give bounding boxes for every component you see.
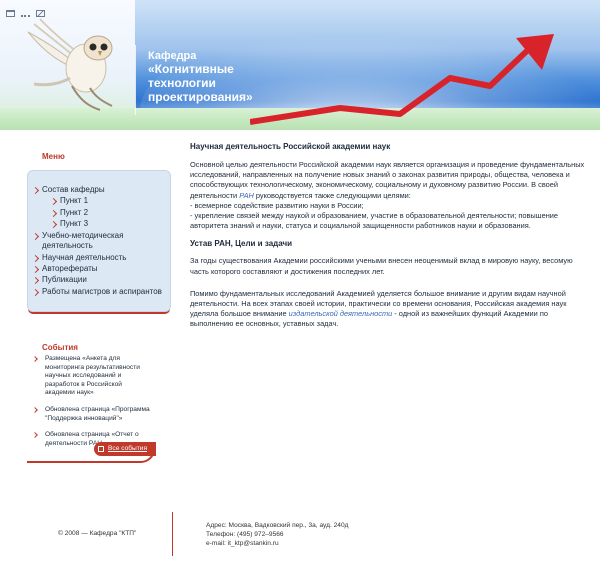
owl-logo	[27, 18, 113, 111]
charter-paragraph: За годы существования Академии российски…	[190, 256, 573, 276]
menu-list: Состав кафедры Пункт 1 Пункт 2 Пункт 3 У…	[33, 184, 171, 297]
goal-1: - всемерное содействие развитию науки в …	[190, 200, 364, 210]
banner-divider	[135, 45, 136, 115]
brand-title[interactable]: Кафедра «Когнитивные технологии проектир…	[148, 50, 253, 104]
brand-line-1: «Когнитивные	[148, 62, 234, 76]
publishing-paragraph: Помимо фундаментальных исследований Акад…	[190, 289, 590, 330]
growth-arrow-icon	[250, 34, 554, 125]
goal-2: - укрепление связей между наукой и образ…	[190, 211, 559, 231]
header-banner: Кафедра «Когнитивные технологии проектир…	[0, 0, 600, 130]
menu-subitem-1[interactable]: Пункт 1	[33, 195, 171, 206]
section-heading-charter: Устав РАН, Цели и задачи	[190, 239, 293, 249]
page-title: Научная деятельность Российской академии…	[190, 142, 391, 151]
menu-subitem-3[interactable]: Пункт 3	[33, 218, 171, 229]
main-content: Научная деятельность Российской академии…	[190, 142, 590, 338]
home-icon[interactable]	[6, 10, 15, 17]
events-icon	[98, 446, 104, 452]
footer-divider	[172, 512, 173, 556]
copyright: © 2008 — Кафедра "КТП"	[58, 530, 137, 537]
menu-item-student-works[interactable]: Работы магистров и аспирантов	[33, 286, 171, 297]
menu-item-publications[interactable]: Публикации	[33, 274, 171, 285]
events-title: События	[42, 343, 78, 352]
brand-line-2: технологии	[148, 76, 216, 90]
all-events-button[interactable]: Все события	[94, 442, 156, 456]
event-item[interactable]: Обновлена страница «Программа "Поддержка…	[27, 406, 151, 423]
contact-info: Адрес: Москва, Вадковский пер., 3а, ауд.…	[206, 521, 349, 548]
publishing-link[interactable]: издательской деятельности	[289, 309, 393, 318]
intro-text-b: руководствуется также следующими целями:	[253, 190, 411, 200]
intro-paragraph: Основной целью деятельности Российской а…	[190, 160, 590, 231]
all-events-label: Все события	[108, 445, 148, 452]
email-line[interactable]: e-mail: it_ktp@stankin.ru	[206, 539, 349, 548]
address-line: Адрес: Москва, Вадковский пер., 3а, ауд.…	[206, 522, 349, 529]
brand-line-3: проектирования»	[148, 90, 253, 104]
menu-title: Меню	[42, 152, 65, 161]
menu-item-staff[interactable]: Состав кафедры	[33, 184, 171, 195]
phone-line: Телефон: (495) 972–9566	[206, 531, 284, 538]
event-item[interactable]: Размещена «Анкета для мониторинга резуль…	[27, 355, 151, 398]
menu-item-research[interactable]: Научная деятельность	[33, 252, 171, 263]
intro-ran-link[interactable]: РАН	[239, 191, 254, 200]
menu-item-abstracts[interactable]: Авторефераты	[33, 263, 171, 274]
brand-kafedra: Кафедра	[148, 50, 197, 62]
menu-subitem-2[interactable]: Пункт 2	[33, 207, 171, 218]
menu-item-teaching[interactable]: Учебно-методическая деятельность	[33, 230, 171, 252]
